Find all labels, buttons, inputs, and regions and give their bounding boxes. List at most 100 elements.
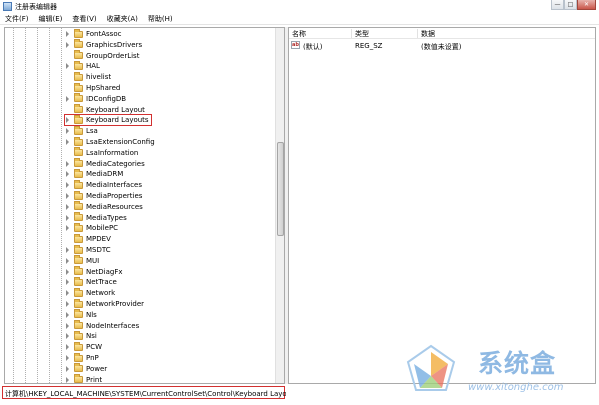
chevron-right-icon[interactable] [65,116,71,124]
tree-item[interactable]: GraphicsDrivers [65,39,142,50]
chevron-right-icon[interactable] [65,278,71,286]
chevron-right-icon[interactable] [65,214,71,222]
folder-icon [74,93,83,103]
tree-item[interactable]: MobilePC [65,222,119,233]
chevron-right-icon[interactable] [65,192,71,200]
maximize-button[interactable]: □ [564,0,577,10]
folder-icon [74,201,83,211]
chevron-right-icon[interactable] [65,289,71,297]
tree-item[interactable]: LsaInformation [65,147,138,158]
close-button[interactable]: ✕ [577,0,596,10]
folder-icon [74,341,83,351]
chevron-right-icon[interactable] [65,300,71,308]
tree-item[interactable]: LsaExtensionConfig [65,136,155,147]
chevron-right-icon[interactable] [65,257,71,265]
folder-icon [74,287,83,297]
tree-item[interactable]: Keyboard Layout [65,104,145,115]
tree-scrollbar[interactable] [275,28,284,383]
tree-item[interactable]: HpShared [65,82,120,93]
window-controls: — □ ✕ [551,0,596,11]
tree-item[interactable]: MediaResources [65,201,143,212]
tree-item[interactable]: Lsa [65,125,98,136]
tree-item-label: PCW [86,343,103,352]
tree-item[interactable]: hivelist [65,71,111,82]
tree-item[interactable]: Nls [65,309,97,320]
folder-icon [74,374,83,383]
values-list[interactable]: 名称 类型 数据 ab (默认) REG_SZ (数值未设置) [288,27,596,384]
folder-icon [74,330,83,340]
tree-item[interactable]: MediaProperties [65,190,142,201]
scrollbar-thumb[interactable] [277,142,284,236]
tree-guide-line [61,28,62,383]
tree-item[interactable]: NetTrace [65,276,117,287]
chevron-right-icon[interactable] [65,62,71,70]
chevron-right-icon[interactable] [65,354,71,362]
tree-item[interactable]: PCW [65,341,103,352]
chevron-right-icon[interactable] [65,322,71,330]
tree-item-label: PnP [86,354,99,362]
menu-help[interactable]: 帮助(H) [143,13,178,24]
column-data-header[interactable]: 数据 [421,29,435,39]
tree-item[interactable]: HAL [65,60,100,71]
chevron-right-icon[interactable] [65,332,71,340]
column-separator[interactable] [351,29,352,38]
tree-item[interactable]: Print [65,374,102,383]
tree-item-label: Lsa [86,127,98,136]
chevron-right-icon[interactable] [65,127,71,135]
tree-item[interactable]: Power [65,363,107,374]
column-separator[interactable] [417,29,418,38]
menu-view[interactable]: 查看(V) [67,13,101,24]
chevron-right-icon[interactable] [65,95,71,103]
tree-item[interactable]: MediaDRM [65,168,124,179]
tree-item[interactable]: NetworkProvider [65,298,144,309]
chevron-right-icon[interactable] [65,365,71,373]
tree-item[interactable]: MediaCategories [65,158,145,169]
tree-item[interactable]: MSDTC [65,244,111,255]
column-name-header[interactable]: 名称 [292,29,306,39]
tree-item[interactable]: Nsi [65,330,97,341]
chevron-right-icon[interactable] [65,268,71,276]
chevron-right-icon[interactable] [65,181,71,189]
tree-item[interactable]: PnP [65,352,99,363]
tree-item[interactable]: FontAssoc [65,28,121,39]
watermark: 系统盒 www.xitonghe.com [402,340,592,400]
menu-file[interactable]: 文件(F) [0,13,34,24]
scroll-up-arrow-icon[interactable] [277,29,284,36]
tree-item-label: MUI [86,256,100,265]
column-type-header[interactable]: 类型 [355,29,369,39]
chevron-right-icon[interactable] [65,160,71,168]
folder-icon [74,168,83,178]
chevron-right-icon[interactable] [65,246,71,254]
tree-item-label: Nls [86,310,97,319]
tree-item-selected[interactable]: Keyboard Layouts [64,114,152,127]
tree-item[interactable]: MUI [65,255,100,266]
tree-item-label: MobilePC [86,224,119,233]
menu-favorites[interactable]: 收藏夹(A) [102,13,143,24]
chevron-right-icon[interactable] [65,224,71,232]
tree-item[interactable]: MPDEV [65,233,111,244]
tree-item[interactable]: NodeInterfaces [65,320,139,331]
tree-item[interactable]: MediaTypes [65,212,127,223]
string-value-icon: ab [291,41,300,49]
tree-item[interactable]: Network [65,287,115,298]
chevron-right-icon[interactable] [65,170,71,178]
tree-item[interactable]: IDConfigDB [65,93,126,104]
scroll-down-arrow-icon[interactable] [277,375,284,382]
tree-item[interactable]: MediaInterfaces [65,179,142,190]
menu-edit[interactable]: 编辑(E) [34,13,68,24]
minimize-button[interactable]: — [551,0,564,10]
chevron-right-icon[interactable] [65,376,71,383]
tree-item-label: MediaDRM [86,170,124,179]
tree-item[interactable]: NetDiagFx [65,266,123,277]
tree-item[interactable]: GroupOrderList [65,50,139,61]
tree-guide-line [49,28,50,383]
chevron-right-icon[interactable] [65,138,71,146]
registry-tree[interactable]: FontAssoc GraphicsDrivers GroupOrderList HA… [4,27,285,384]
list-item[interactable]: ab (默认) REG_SZ (数值未设置) [289,40,595,51]
chevron-right-icon[interactable] [65,41,71,49]
chevron-right-icon[interactable] [65,343,71,351]
chevron-right-icon[interactable] [65,30,71,38]
chevron-right-icon[interactable] [65,311,71,319]
chevron-right-icon[interactable] [65,203,71,211]
